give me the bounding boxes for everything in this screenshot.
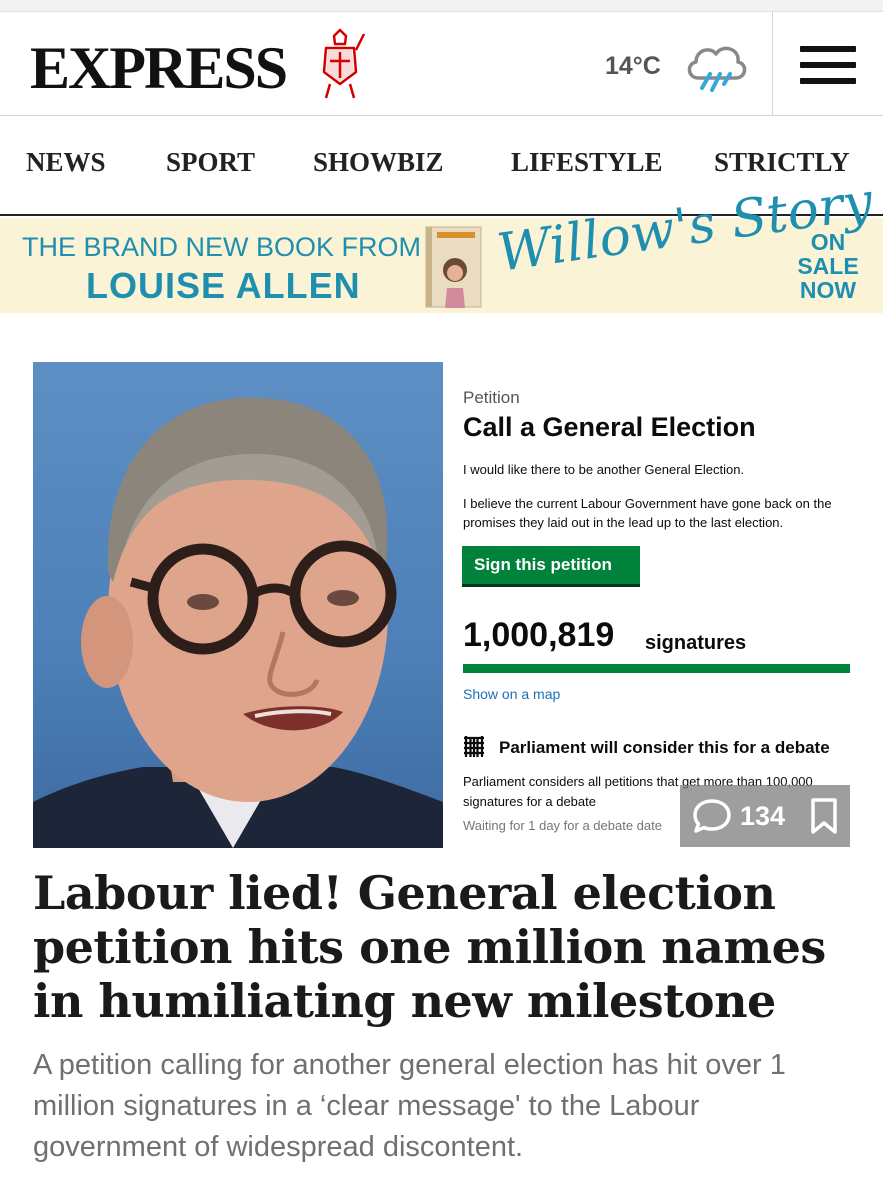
crusader-knight-logo-icon xyxy=(322,28,366,99)
banner-line-1: THE BRAND NEW BOOK FROM xyxy=(22,232,422,262)
signature-progress-bar xyxy=(463,664,850,673)
nav-item-news[interactable]: NEWS xyxy=(26,147,106,178)
on-sale-word-1: ON xyxy=(810,229,846,255)
petition-text-2: I believe the current Labour Government … xyxy=(463,496,832,530)
show-on-map-link: Show on a map xyxy=(463,686,561,702)
article-standfirst: A petition calling for another general e… xyxy=(33,1049,786,1163)
petition-text-1: I would like there to be another General… xyxy=(463,462,745,477)
nav-item-strictly[interactable]: STRICTLY xyxy=(714,147,850,178)
book-advert-banner[interactable]: THE BRAND NEW BOOK FROM LOUISE ALLEN Wil… xyxy=(0,172,883,313)
on-sale-word-2: SALE xyxy=(797,253,859,279)
temperature-readout: 14°C xyxy=(605,52,661,80)
waiting-for-debate-text: Waiting for 1 day for a debate date xyxy=(463,818,662,833)
signatures-label: signatures xyxy=(645,632,747,654)
petition-title: Call a General Election xyxy=(463,412,756,442)
petition-screenshot: Petition Call a General Election I would… xyxy=(443,362,850,848)
petition-label: Petition xyxy=(463,388,520,407)
rain-cloud-icon[interactable] xyxy=(680,34,752,102)
hero-image[interactable]: Petition Call a General Election I would… xyxy=(33,362,850,848)
on-sale-badge: ON SALE NOW xyxy=(790,230,866,302)
top-status-strip xyxy=(0,0,883,12)
politician-portrait-photo xyxy=(33,362,443,848)
express-logo[interactable]: EXPRESS xyxy=(30,38,288,98)
nav-item-lifestyle[interactable]: LIFESTYLE xyxy=(511,147,663,178)
speech-bubble-icon[interactable] xyxy=(692,797,732,835)
signature-count: 1,000,819 xyxy=(463,616,615,654)
portcullis-icon xyxy=(464,736,484,757)
nav-item-showbiz[interactable]: SHOWBIZ xyxy=(313,147,444,178)
book-cover-image xyxy=(425,226,482,308)
site-header: EXPRESS 14°C xyxy=(0,12,883,116)
article-headline[interactable]: Labour lied! General election petition h… xyxy=(33,866,853,1028)
nav-item-sport[interactable]: SPORT xyxy=(166,147,255,178)
banner-author-name: LOUISE ALLEN xyxy=(86,265,361,306)
comment-count[interactable]: 134 xyxy=(740,801,785,832)
header-divider xyxy=(772,12,773,116)
hamburger-menu-icon[interactable] xyxy=(800,46,856,86)
sign-petition-button: Sign this petition xyxy=(462,546,640,584)
parliament-debate-heading: Parliament will consider this for a deba… xyxy=(499,738,830,757)
bookmark-icon[interactable] xyxy=(808,797,840,835)
article-actions-overlay: 134 xyxy=(680,785,850,847)
on-sale-word-3: NOW xyxy=(799,277,857,303)
